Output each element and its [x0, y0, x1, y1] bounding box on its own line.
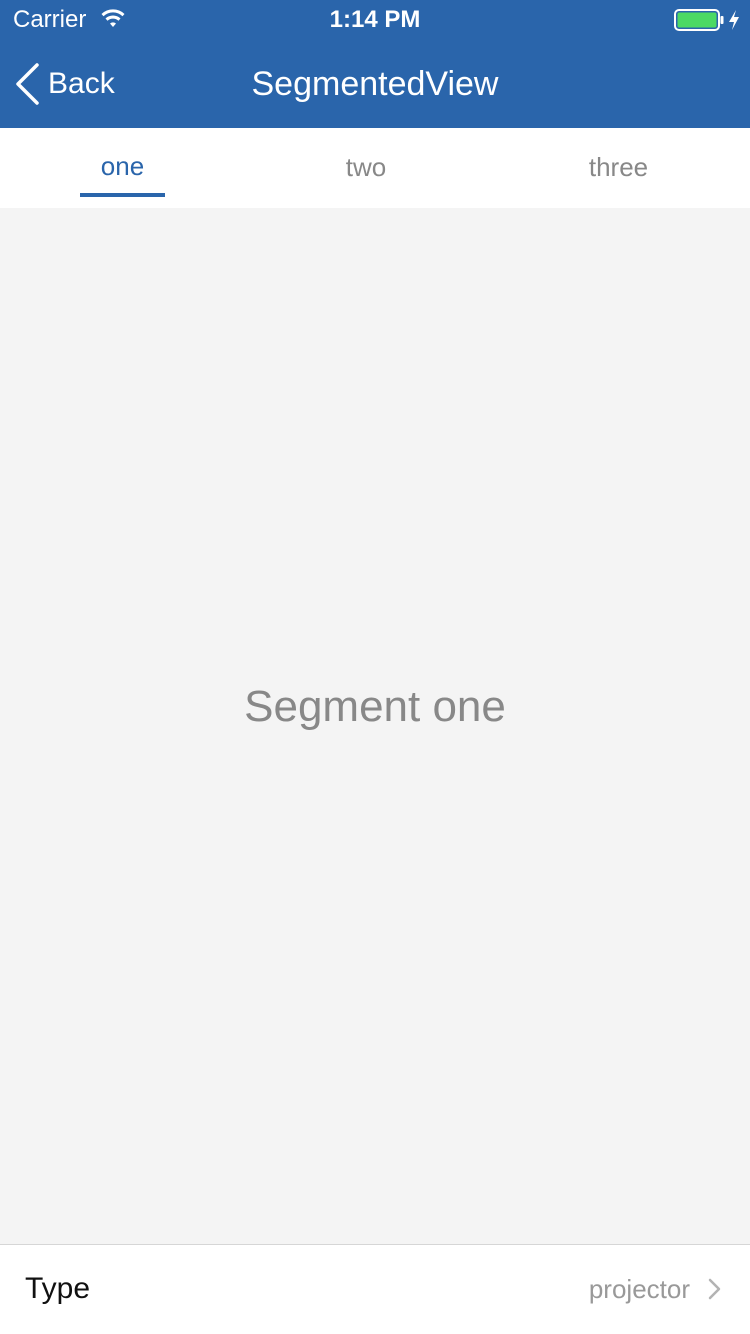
chevron-right-icon — [708, 1278, 721, 1300]
status-bar: Carrier 1:14 PM — [0, 0, 750, 40]
navigation-bar: Back SegmentedView — [0, 40, 750, 128]
segmented-tabs: one two three — [0, 128, 750, 208]
charging-bolt-icon — [729, 10, 739, 30]
type-row[interactable]: Type projector — [0, 1244, 750, 1334]
screen: Carrier 1:14 PM Back SegmentedView one t… — [0, 0, 750, 1334]
header: Carrier 1:14 PM Back SegmentedView — [0, 0, 750, 128]
segment-label: Segment one — [244, 682, 506, 731]
page-title: SegmentedView — [251, 65, 499, 103]
active-tab-indicator — [80, 193, 165, 197]
tab-two[interactable]: two — [245, 128, 487, 208]
type-value: projector — [588, 1274, 690, 1304]
segment-content: Segment one — [0, 208, 750, 1244]
tab-three[interactable]: three — [487, 128, 750, 208]
status-time: 1:14 PM — [329, 6, 421, 33]
battery-full-icon — [674, 9, 724, 31]
type-label: Type — [25, 1272, 91, 1305]
